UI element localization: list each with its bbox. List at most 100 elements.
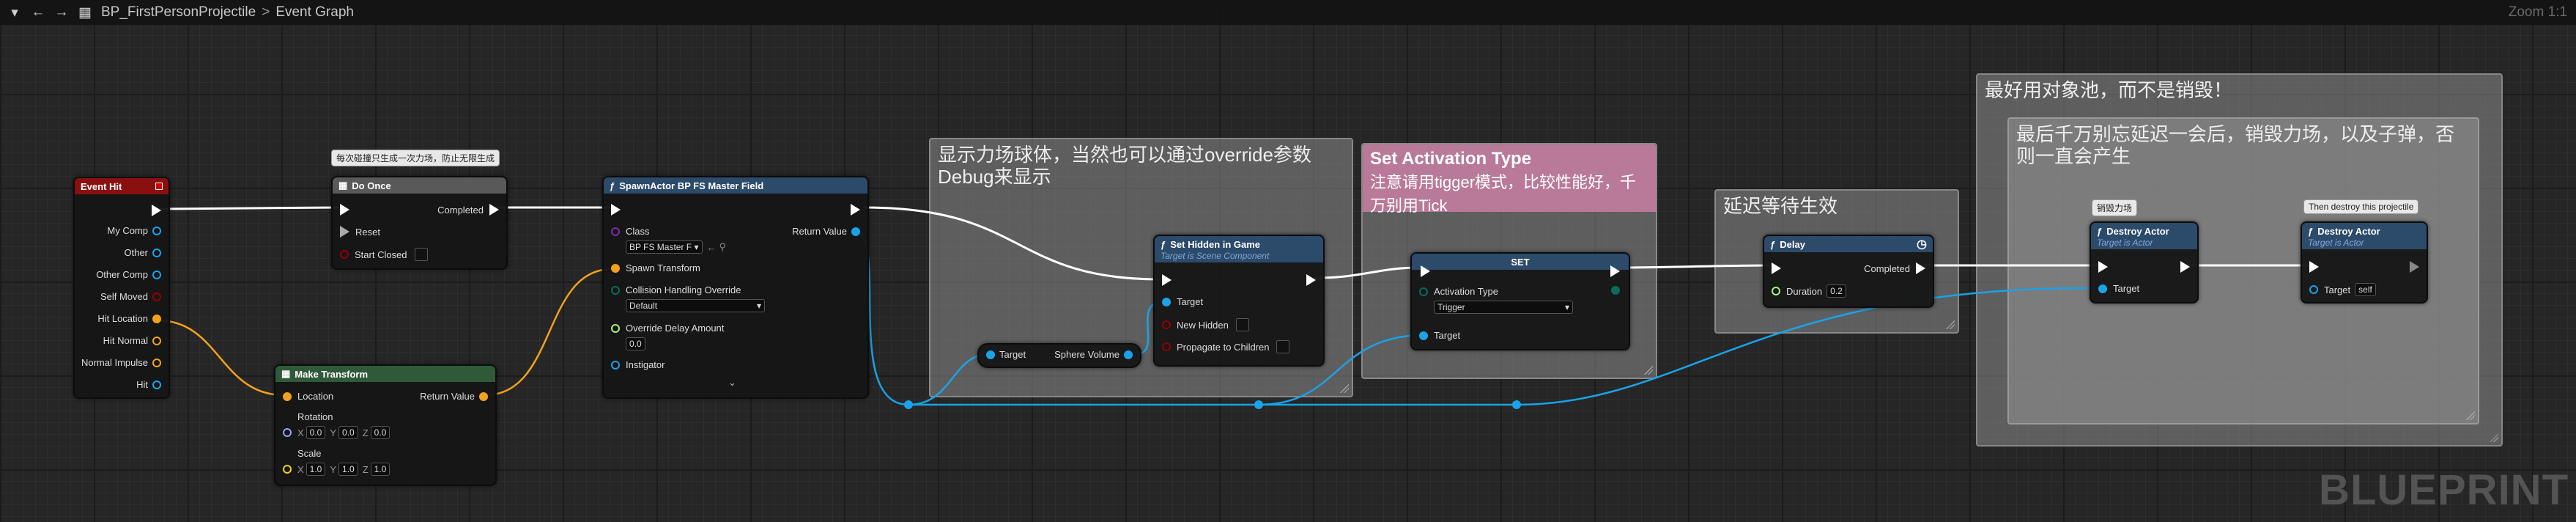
- object-pin[interactable]: [986, 350, 995, 359]
- sphere-volume-getter[interactable]: Target Sphere Volume: [977, 343, 1141, 368]
- struct-pin[interactable]: [283, 392, 292, 401]
- override-delay-field[interactable]: 0.0: [626, 337, 645, 350]
- rotation-x-field[interactable]: 0.0: [306, 426, 326, 439]
- resize-handle-icon[interactable]: [1644, 366, 1653, 375]
- class-pin[interactable]: [611, 227, 620, 236]
- pin-label: Sphere Volume: [1054, 349, 1119, 360]
- bool-pin[interactable]: [152, 292, 161, 301]
- object-pin[interactable]: [1162, 297, 1171, 306]
- float-pin[interactable]: [1772, 287, 1780, 295]
- breadcrumb-graph[interactable]: Event Graph: [275, 4, 354, 21]
- node-comment-bubble[interactable]: 销毁力场: [2092, 199, 2138, 216]
- event-delegate-icon[interactable]: [155, 183, 163, 190]
- exec-out-pin[interactable]: [152, 205, 161, 216]
- rotation-y-field[interactable]: 0.0: [338, 426, 358, 439]
- set-activation-type-node[interactable]: SET Activation Type Trigger ▾ Target: [1410, 252, 1630, 350]
- enum-pin[interactable]: [1419, 287, 1428, 296]
- object-pin[interactable]: [152, 270, 161, 279]
- node-subtitle: Target is Actor: [2091, 238, 2197, 249]
- pin-label: Target: [1177, 296, 1204, 307]
- scale-y-field[interactable]: 1.0: [338, 463, 358, 476]
- pin-label: Reset: [355, 226, 380, 238]
- make-transform-node[interactable]: ▦ Make Transform Location Return Value R…: [274, 364, 497, 486]
- comment-title: 最后千万别忘延迟一会后，销毁力场，以及子弹，否则一直会产生: [2016, 123, 2455, 167]
- exec-in-pin[interactable]: [1162, 274, 1172, 286]
- resize-handle-icon[interactable]: [1946, 320, 1955, 329]
- bool-pin[interactable]: [1162, 342, 1171, 351]
- object-pin[interactable]: [851, 227, 860, 236]
- exec-out-pin[interactable]: [2180, 261, 2190, 273]
- collision-value: Default: [629, 301, 658, 311]
- object-pin[interactable]: [611, 360, 620, 370]
- destroy-actor-field-node[interactable]: ƒ Destroy Actor Target is Actor Target: [2090, 221, 2199, 304]
- pin-label: Return Value: [792, 226, 847, 237]
- exec-in-pin[interactable]: [2098, 261, 2108, 273]
- rotation-z-field[interactable]: 0.0: [370, 426, 391, 439]
- duration-field[interactable]: 0.2: [1826, 284, 1846, 298]
- object-pin[interactable]: [152, 226, 161, 235]
- destroy-actor-self-node[interactable]: ƒ Destroy Actor Target is Actor Target se…: [2301, 221, 2428, 304]
- exec-out-pin[interactable]: [1610, 265, 1620, 277]
- object-pin[interactable]: [2309, 285, 2318, 294]
- resize-handle-icon[interactable]: [2490, 433, 2498, 442]
- object-pin[interactable]: [2098, 284, 2107, 293]
- breadcrumb-blueprint[interactable]: BP_FirstPersonProjectile: [101, 4, 256, 21]
- delay-node[interactable]: ƒ Delay ◷ Completed Duration 0.2: [1763, 235, 1934, 308]
- propagate-checkbox[interactable]: [1276, 340, 1290, 353]
- exec-in-pin[interactable]: [1772, 262, 1781, 274]
- event-hit-node[interactable]: Event Hit My Comp Other Other Comp Self …: [73, 177, 170, 399]
- forward-arrow-icon[interactable]: →: [53, 2, 70, 23]
- struct-pin[interactable]: [152, 380, 161, 389]
- exec-out-pin[interactable]: [2410, 261, 2419, 273]
- chevron-down-icon[interactable]: ⌄: [728, 377, 736, 389]
- collision-dropdown[interactable]: Default ▾: [626, 299, 765, 312]
- exec-in-pin[interactable]: [1421, 265, 1430, 277]
- search-icon[interactable]: ⚲: [719, 241, 727, 253]
- enum-pin[interactable]: [1611, 286, 1620, 295]
- do-once-node[interactable]: ▦ Do Once Completed Reset Start Closed: [331, 176, 508, 270]
- browse-icon[interactable]: ←: [707, 242, 717, 253]
- exec-out-pin[interactable]: [1306, 274, 1316, 286]
- resize-handle-icon[interactable]: [1340, 384, 1349, 393]
- blueprint-menu-icon[interactable]: ▾: [6, 2, 23, 23]
- struct-pin[interactable]: [152, 336, 161, 345]
- rotator-pin[interactable]: [283, 428, 292, 437]
- resize-handle-icon[interactable]: [2466, 411, 2475, 420]
- struct-pin[interactable]: [611, 263, 620, 273]
- scale-x-field[interactable]: 1.0: [306, 463, 326, 476]
- graph-hierarchy-icon[interactable]: ▦: [76, 2, 94, 23]
- scale-z-field[interactable]: 1.0: [370, 463, 391, 476]
- bool-pin[interactable]: [1162, 320, 1171, 329]
- exec-in-pin[interactable]: [611, 204, 621, 216]
- start-closed-checkbox[interactable]: [414, 248, 428, 261]
- exec-in-pin[interactable]: [340, 226, 349, 238]
- wire-reroute-knot: [1512, 400, 1521, 409]
- struct-pin[interactable]: [479, 392, 488, 401]
- pin-label: Scale: [297, 448, 322, 459]
- spawn-actor-node[interactable]: ƒ SpawnActor BP FS Master Field Class Re…: [602, 176, 869, 399]
- exec-in-pin[interactable]: [2309, 261, 2319, 273]
- node-comment-bubble[interactable]: 每次碰撞只生成一次力场，防止无限生成: [331, 150, 500, 166]
- node-comment-bubble[interactable]: Then destroy this projectile: [2303, 199, 2419, 214]
- object-pin[interactable]: [1419, 331, 1428, 340]
- new-hidden-checkbox[interactable]: [1235, 318, 1249, 331]
- object-pin[interactable]: [1124, 350, 1133, 359]
- vector-pin[interactable]: [283, 465, 292, 474]
- node-header: ƒ Destroy Actor: [2091, 223, 2197, 239]
- set-hidden-in-game-node[interactable]: ƒ Set Hidden in Game Target is Scene Com…: [1153, 235, 1325, 367]
- class-dropdown[interactable]: BP FS Master F ▾: [626, 240, 703, 254]
- object-pin[interactable]: [152, 248, 161, 257]
- float-pin[interactable]: [611, 323, 620, 333]
- enum-pin[interactable]: [611, 285, 620, 295]
- exec-in-pin[interactable]: [340, 204, 349, 216]
- comment-title: Set Activation Type: [1370, 149, 1532, 169]
- activation-type-dropdown[interactable]: Trigger ▾: [1434, 301, 1573, 314]
- graph-toolbar: ▾ ← → ▦ BP_FirstPersonProjectile > Event…: [0, 0, 2576, 25]
- exec-out-pin[interactable]: [851, 204, 860, 216]
- back-arrow-icon[interactable]: ←: [29, 2, 47, 23]
- struct-pin[interactable]: [152, 358, 161, 367]
- struct-pin[interactable]: [152, 314, 161, 323]
- exec-out-pin[interactable]: [489, 204, 499, 216]
- bool-pin[interactable]: [340, 250, 349, 259]
- exec-out-pin[interactable]: [1916, 262, 1925, 274]
